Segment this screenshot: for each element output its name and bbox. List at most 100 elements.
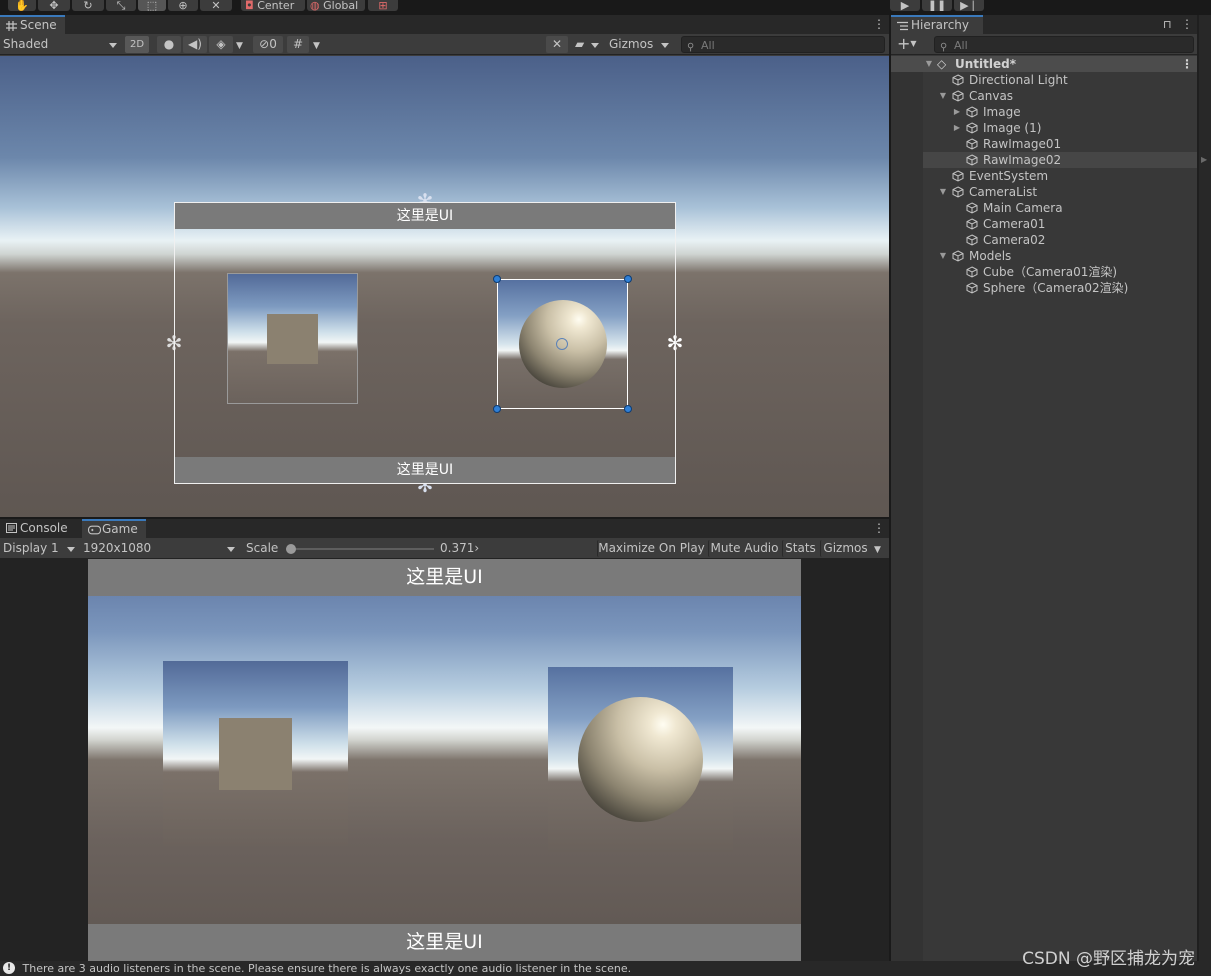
move-tool-button[interactable]: ✥: [38, 0, 70, 11]
foldout-arrow-icon[interactable]: ▼: [938, 248, 948, 264]
effects-dropdown-arrow[interactable]: ▼: [236, 36, 246, 53]
lock-icon[interactable]: ⊓: [1163, 18, 1172, 31]
game-panel: Console Game ⋮ Display 1 1920x1080 Scale…: [0, 519, 889, 961]
hierarchy-item-directional-light[interactable]: Directional Light: [891, 72, 1197, 88]
hierarchy-tabbar: Hierarchy ⊓ ⋮: [891, 15, 1197, 34]
gizmos-dropdown[interactable]: Gizmos: [606, 36, 672, 53]
resize-handle-top-right[interactable]: [624, 275, 632, 283]
scene-panel-menu-icon[interactable]: ⋮: [873, 18, 885, 31]
collapse-arrow-icon[interactable]: ▶: [1201, 155, 1207, 164]
globe-icon: ◍: [310, 0, 320, 11]
camera-dropdown[interactable]: ▰: [572, 36, 602, 53]
scene-menu-icon[interactable]: ⋮: [1181, 56, 1193, 72]
snap-increment-button[interactable]: ⊞: [368, 0, 398, 11]
resize-handle-bottom-left[interactable]: [493, 405, 501, 413]
mute-audio-toggle[interactable]: Mute Audio: [708, 540, 780, 557]
resolution-label: 1920x1080: [83, 541, 152, 555]
hierarchy-controlbar: +▼ ⚲ All: [891, 34, 1197, 55]
pause-button[interactable]: ❚❚: [922, 0, 952, 11]
effects-toggle[interactable]: ◈: [209, 36, 233, 53]
transform-tool-button[interactable]: ⊕: [168, 0, 198, 11]
hierarchy-item-image[interactable]: ▶ Image: [891, 104, 1197, 120]
hierarchy-item-image-1[interactable]: ▶ Image (1): [891, 120, 1197, 136]
raw-image-01[interactable]: [227, 273, 358, 404]
game-gizmos-toggle[interactable]: Gizmos: [820, 540, 870, 557]
side-panel-strip[interactable]: ▶: [1197, 15, 1211, 961]
grid-dropdown-arrow[interactable]: ▼: [313, 36, 323, 53]
resize-handle-bottom-right[interactable]: [624, 405, 632, 413]
scene-visibility-toggle[interactable]: ⊘0: [253, 36, 283, 53]
hierarchy-item-rawimage02[interactable]: RawImage02: [891, 152, 1197, 168]
scale-icon: ⤡: [116, 0, 126, 11]
step-button[interactable]: ▶❘: [954, 0, 984, 11]
game-panel-menu-icon[interactable]: ⋮: [873, 522, 885, 535]
tab-scene[interactable]: Scene: [0, 15, 65, 34]
scene-search-input[interactable]: ⚲ All: [681, 36, 885, 53]
foldout-arrow-icon[interactable]: ▼: [938, 184, 948, 200]
gameobject-icon: [966, 234, 978, 246]
scale-tool-button[interactable]: ⤡: [106, 0, 136, 11]
hand-icon: ✋: [15, 0, 29, 11]
foldout-arrow-icon[interactable]: ▼: [938, 88, 948, 104]
tab-hierarchy[interactable]: Hierarchy: [891, 15, 983, 34]
hierarchy-item-camera01[interactable]: Camera01: [891, 216, 1197, 232]
console-icon: [6, 523, 17, 533]
resize-handle-top-left[interactable]: [493, 275, 501, 283]
game-bottom-ui-text: 这里是UI: [406, 931, 483, 953]
hand-tool-button[interactable]: ✋: [8, 0, 36, 11]
shading-mode-dropdown[interactable]: Shaded: [0, 36, 120, 53]
audio-toggle[interactable]: ◀): [183, 36, 207, 53]
hierarchy-item-rawimage01[interactable]: RawImage01: [891, 136, 1197, 152]
lighting-toggle[interactable]: ●: [157, 36, 181, 53]
hierarchy-item-cameralist[interactable]: ▼ CameraList: [891, 184, 1197, 200]
rotate-tool-button[interactable]: ↻: [72, 0, 104, 11]
hierarchy-menu-icon[interactable]: ⋮: [1181, 18, 1193, 31]
play-button[interactable]: ▶: [890, 0, 920, 11]
hierarchy-item-camera02[interactable]: Camera02: [891, 232, 1197, 248]
create-dropdown[interactable]: +▼: [897, 36, 925, 53]
gamepad-icon: [88, 525, 101, 535]
hierarchy-search-placeholder: All: [954, 39, 968, 52]
rect-tool-button[interactable]: ⬚: [138, 0, 166, 11]
tab-console[interactable]: Console: [0, 519, 76, 538]
maximize-on-play-toggle[interactable]: Maximize On Play: [597, 540, 705, 557]
game-gizmos-dropdown-arrow[interactable]: ▼: [874, 540, 884, 557]
move-icon: ✥: [49, 0, 59, 11]
foldout-arrow-icon[interactable]: ▼: [924, 56, 934, 72]
stats-toggle[interactable]: Stats: [782, 540, 818, 557]
grid-snapping-toggle[interactable]: #: [287, 36, 309, 53]
scene-viewport[interactable]: ✻ ✻ ✻ ✻ 这里是UI 这里是UI: [0, 56, 889, 517]
tab-game[interactable]: Game: [82, 519, 146, 538]
display-dropdown[interactable]: Display 1: [0, 540, 78, 557]
scale-slider[interactable]: [286, 544, 434, 554]
hierarchy-item-main-camera[interactable]: Main Camera: [891, 200, 1197, 216]
hierarchy-item-label: Canvas: [969, 89, 1014, 103]
hierarchy-item-cube[interactable]: Cube（Camera01渲染): [891, 264, 1197, 280]
raw-image-02[interactable]: [497, 279, 628, 409]
hierarchy-item-sphere[interactable]: Sphere（Camera02渲染): [891, 280, 1197, 296]
hierarchy-item-label: Cube（Camera01渲染): [983, 265, 1118, 279]
tools-toggle[interactable]: ✕: [546, 36, 568, 53]
foldout-arrow-icon[interactable]: ▶: [952, 120, 962, 136]
mode-2d-toggle[interactable]: 2D: [125, 36, 149, 53]
cube-render: [267, 314, 318, 364]
game-viewport[interactable]: 这里是UI 这里是UI: [88, 559, 801, 961]
resolution-dropdown[interactable]: 1920x1080: [80, 540, 238, 557]
snap-icon: ⊞: [378, 0, 388, 11]
hierarchy-item-models[interactable]: ▼ Models: [891, 248, 1197, 264]
pivot-toggle[interactable]: ◘ Center: [241, 0, 305, 11]
wrench-icon: ✕: [211, 0, 221, 11]
foldout-arrow-icon[interactable]: ▶: [952, 104, 962, 120]
hierarchy-item-canvas[interactable]: ▼ Canvas: [891, 88, 1197, 104]
scene-row-untitled[interactable]: ▼ ◇ Untitled* ⋮: [891, 56, 1197, 72]
display-label: Display 1: [3, 541, 59, 555]
hierarchy-indent-gutter: [891, 72, 923, 961]
hierarchy-search-input[interactable]: ⚲ All: [934, 36, 1194, 53]
game-top-ui-text: 这里是UI: [406, 566, 483, 588]
hierarchy-item-eventsystem[interactable]: EventSystem: [891, 168, 1197, 184]
space-toggle[interactable]: ◍ Global: [307, 0, 365, 11]
custom-tool-button[interactable]: ✕: [200, 0, 232, 11]
mute-audio-label: Mute Audio: [710, 541, 779, 555]
pivot-circle-icon[interactable]: [556, 338, 568, 350]
scale-slider-thumb[interactable]: [286, 544, 296, 554]
